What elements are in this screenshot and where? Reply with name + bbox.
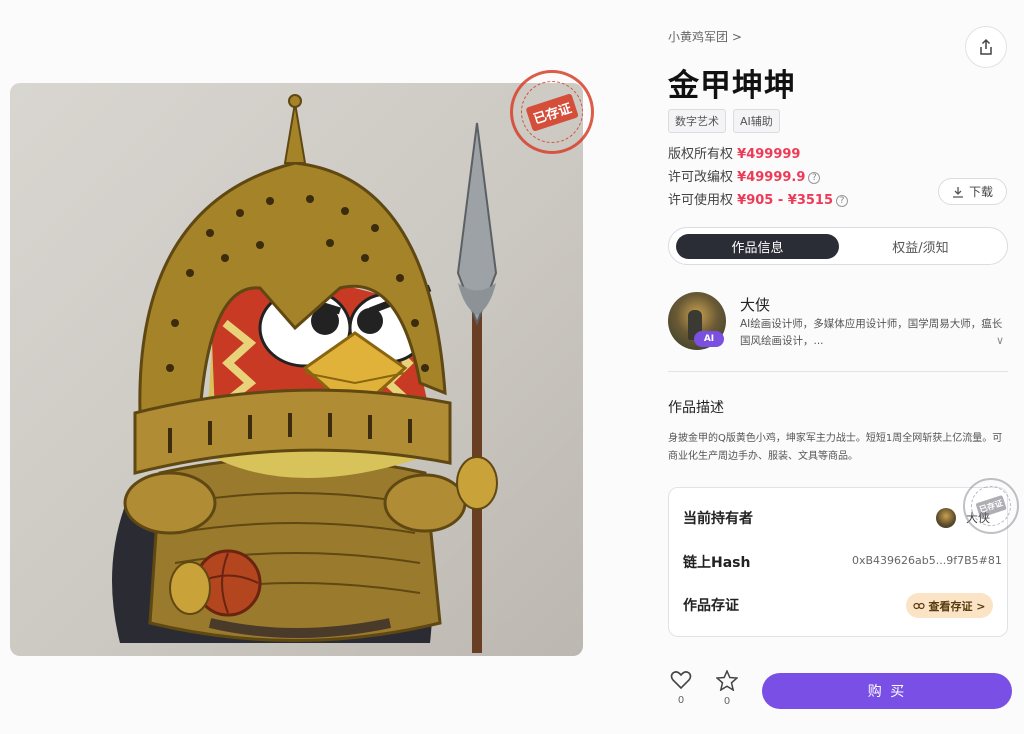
view-certificate-label: 查看存证 > xyxy=(928,599,986,613)
current-owner-label: 当前持有者 xyxy=(683,511,753,527)
favorite-button[interactable]: 0 xyxy=(714,670,740,707)
favorite-count: 0 xyxy=(723,696,731,707)
rights-label: 许可改编权 xyxy=(668,170,734,185)
rights-price: ¥499999 xyxy=(737,147,801,162)
view-certificate-button[interactable]: 查看存证 > xyxy=(906,593,993,618)
tag-digital-art[interactable]: 数字艺术 xyxy=(668,109,726,133)
rights-label: 版权所有权 xyxy=(668,147,734,162)
rights-row-copyright: 版权所有权 ¥499999 xyxy=(668,143,848,166)
page-title: 金甲坤坤 xyxy=(668,68,796,104)
owner-avatar[interactable] xyxy=(936,508,956,528)
chain-hash-value[interactable]: 0xB439626ab5...9f7B5#81 xyxy=(852,554,1002,567)
certificate-label: 作品存证 xyxy=(683,598,739,614)
description-text: 身披金甲的Q版黄色小鸡，坤家军主力战士。短短1周全网斩获上亿流量。可商业化生产周… xyxy=(668,433,1003,462)
tab-artwork-info[interactable]: 作品信息 xyxy=(676,234,839,259)
artwork-image[interactable] xyxy=(10,83,583,656)
heart-icon xyxy=(670,671,692,690)
link-icon xyxy=(913,602,926,609)
rights-row-usage: 许可使用权 ¥905 - ¥3515? xyxy=(668,189,849,212)
tab-rights-notice[interactable]: 权益/须知 xyxy=(839,234,1002,259)
divider xyxy=(668,371,1008,372)
rights-price: ¥49999.9 xyxy=(737,170,806,185)
share-icon xyxy=(980,38,992,55)
armored-chick-illustration xyxy=(112,94,498,653)
artwork-detail-page: 已存证 小黄鸡军团 > 金甲坤坤 数字艺术 AI辅助 版权所有权 ¥499999… xyxy=(0,0,1024,734)
chevron-down-icon[interactable]: ∨ xyxy=(996,334,1004,347)
certified-stamp-text: 已存证 xyxy=(975,494,1007,518)
buy-button[interactable]: 购 买 xyxy=(762,673,1012,709)
breadcrumb[interactable]: 小黄鸡军团 > xyxy=(668,28,742,45)
star-icon xyxy=(716,670,738,691)
creator-bio: AI绘画设计师，多媒体应用设计师，国学周易大师，瘟长国风绘画设计，... xyxy=(740,318,1003,347)
creator-name[interactable]: 大侠 xyxy=(740,294,770,315)
help-icon[interactable]: ? xyxy=(836,194,849,207)
certified-stamp-small: 已存证 xyxy=(963,478,1019,534)
like-count: 0 xyxy=(677,695,685,706)
rights-pricing: 版权所有权 ¥499999 许可改编权 ¥49999.9? 许可使用权 ¥905… xyxy=(668,143,849,212)
certified-stamp: 已存证 xyxy=(510,70,594,154)
tag-list: 数字艺术 AI辅助 xyxy=(668,109,780,133)
tag-ai-assisted[interactable]: AI辅助 xyxy=(733,109,780,133)
download-icon xyxy=(952,186,963,198)
tab-bar: 作品信息 权益/须知 xyxy=(668,227,1008,265)
rights-label: 许可使用权 xyxy=(668,193,734,208)
description-heading: 作品描述 xyxy=(668,400,724,416)
help-icon[interactable]: ? xyxy=(808,171,821,184)
certified-stamp-text: 已存证 xyxy=(525,92,579,132)
rights-row-adaptation: 许可改编权 ¥49999.9? xyxy=(668,166,848,189)
share-button[interactable] xyxy=(965,26,1007,68)
download-button[interactable]: 下载 xyxy=(938,178,1007,205)
rights-price: ¥905 - ¥3515 xyxy=(737,193,834,208)
download-label: 下载 xyxy=(968,185,993,199)
chain-hash-label: 链上Hash xyxy=(683,555,751,571)
ai-badge: AI xyxy=(694,331,724,347)
like-button[interactable]: 0 xyxy=(668,670,694,706)
